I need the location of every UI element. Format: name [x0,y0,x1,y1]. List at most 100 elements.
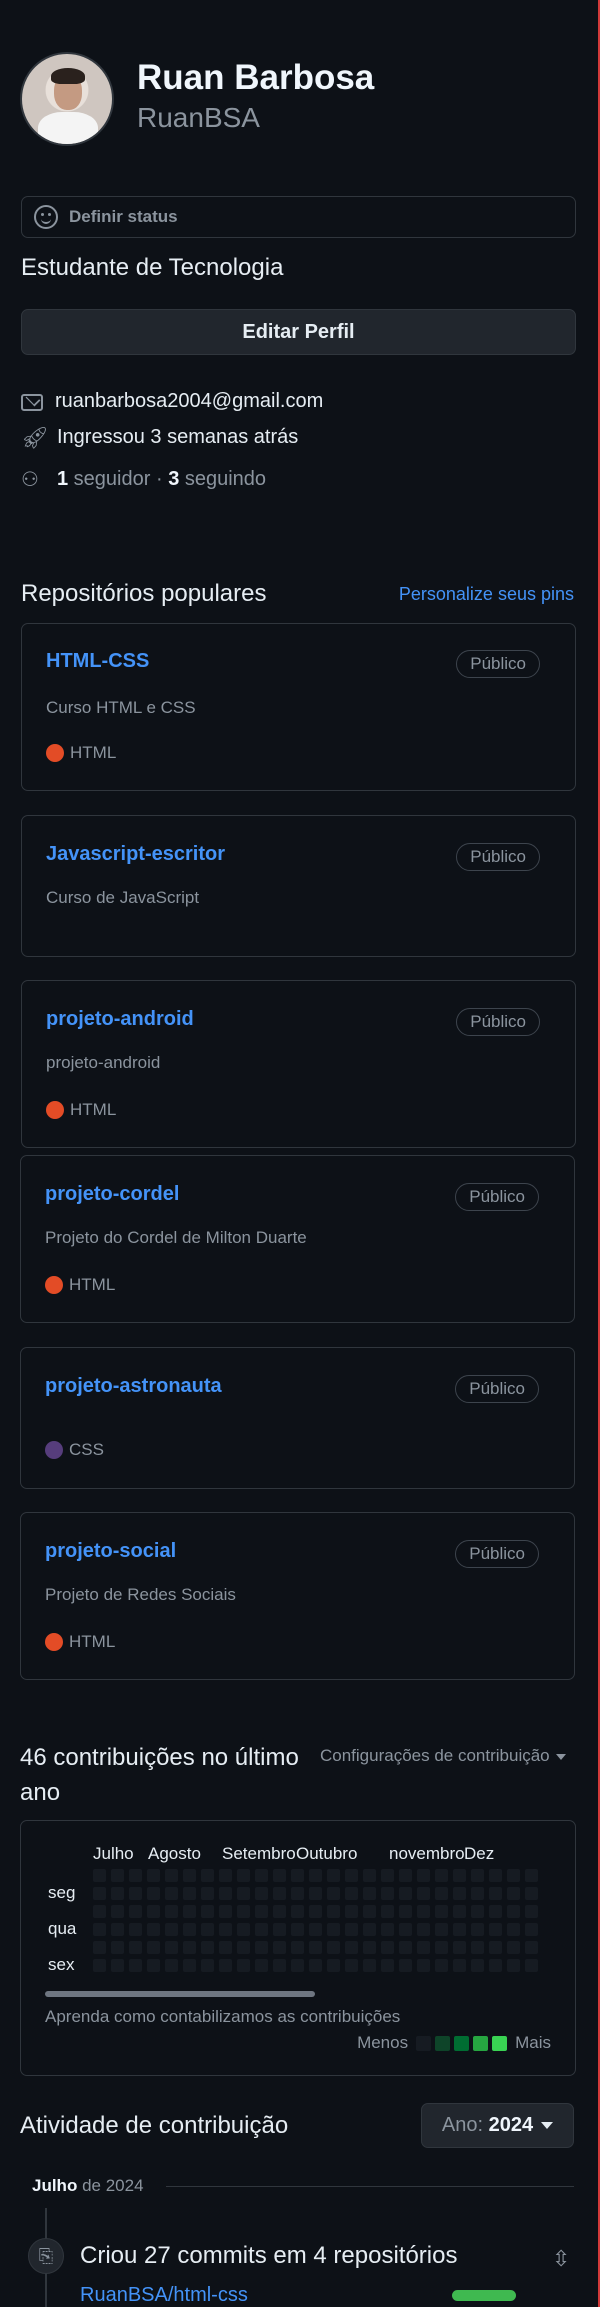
contribution-day-cell[interactable] [93,1959,106,1972]
edit-profile-button[interactable]: Editar Perfil [21,309,576,355]
contribution-day-cell[interactable] [237,1869,250,1882]
contribution-day-cell[interactable] [273,1941,286,1954]
contribution-day-cell[interactable] [471,1887,484,1900]
contribution-day-cell[interactable] [255,1923,268,1936]
contribution-day-cell[interactable] [489,1887,502,1900]
contribution-day-cell[interactable] [93,1887,106,1900]
contribution-day-cell[interactable] [291,1869,304,1882]
contribution-day-cell[interactable] [201,1869,214,1882]
contribution-day-cell[interactable] [237,1905,250,1918]
contribution-day-cell[interactable] [93,1905,106,1918]
contribution-day-cell[interactable] [129,1923,142,1936]
contribution-day-cell[interactable] [219,1959,232,1972]
contribution-day-cell[interactable] [435,1923,448,1936]
contribution-day-cell[interactable] [363,1869,376,1882]
email-link[interactable]: ruanbarbosa2004@gmail.com [55,390,323,413]
contribution-day-cell[interactable] [435,1959,448,1972]
contribution-day-cell[interactable] [363,1887,376,1900]
contribution-day-cell[interactable] [255,1887,268,1900]
contribution-day-cell[interactable] [525,1887,538,1900]
contribution-day-cell[interactable] [183,1941,196,1954]
contribution-day-cell[interactable] [255,1905,268,1918]
contribution-day-cell[interactable] [327,1905,340,1918]
contribution-day-cell[interactable] [111,1869,124,1882]
contribution-day-cell[interactable] [507,1923,520,1936]
customize-pins-link[interactable]: Personalize seus pins [399,584,574,605]
contribution-day-cell[interactable] [345,1869,358,1882]
contribution-day-cell[interactable] [309,1923,322,1936]
contribution-day-cell[interactable] [435,1905,448,1918]
repo-name-link[interactable]: projeto-cordel [45,1183,179,1206]
contribution-day-cell[interactable] [345,1905,358,1918]
set-status-button[interactable]: Definir status [21,196,576,238]
contribution-day-cell[interactable] [111,1959,124,1972]
repo-name-link[interactable]: HTML-CSS [46,650,149,673]
contribution-day-cell[interactable] [453,1887,466,1900]
contribution-day-cell[interactable] [273,1905,286,1918]
contribution-day-cell[interactable] [327,1923,340,1936]
contribution-day-cell[interactable] [111,1923,124,1936]
contribution-day-cell[interactable] [183,1923,196,1936]
contribution-day-cell[interactable] [435,1887,448,1900]
contribution-day-cell[interactable] [381,1959,394,1972]
contribution-day-cell[interactable] [507,1941,520,1954]
learn-contributions-link[interactable]: Aprenda como contabilizamos as contribui… [45,2007,400,2027]
contribution-day-cell[interactable] [309,1887,322,1900]
contribution-day-cell[interactable] [417,1905,430,1918]
contribution-day-cell[interactable] [111,1941,124,1954]
repo-name-link[interactable]: projeto-android [46,1008,194,1031]
contribution-day-cell[interactable] [525,1923,538,1936]
contribution-day-cell[interactable] [219,1869,232,1882]
contribution-day-cell[interactable] [525,1869,538,1882]
contribution-day-cell[interactable] [453,1905,466,1918]
contribution-day-cell[interactable] [147,1887,160,1900]
contribution-day-cell[interactable] [129,1887,142,1900]
contribution-day-cell[interactable] [363,1959,376,1972]
contribution-day-cell[interactable] [399,1887,412,1900]
calendar-scrollbar[interactable] [45,1991,315,1997]
contribution-day-cell[interactable] [417,1923,430,1936]
year-select-button[interactable]: Ano: 2024 [421,2103,574,2148]
contribution-day-cell[interactable] [255,1869,268,1882]
contribution-day-cell[interactable] [489,1923,502,1936]
contribution-day-cell[interactable] [219,1923,232,1936]
contribution-day-cell[interactable] [291,1941,304,1954]
contribution-day-cell[interactable] [273,1959,286,1972]
contribution-day-cell[interactable] [291,1923,304,1936]
contribution-day-cell[interactable] [201,1887,214,1900]
contribution-day-cell[interactable] [507,1869,520,1882]
contribution-day-cell[interactable] [453,1923,466,1936]
contribution-day-cell[interactable] [363,1923,376,1936]
contribution-day-cell[interactable] [165,1869,178,1882]
contribution-day-cell[interactable] [345,1923,358,1936]
contribution-day-cell[interactable] [201,1941,214,1954]
contribution-day-cell[interactable] [489,1869,502,1882]
contribution-day-cell[interactable] [489,1905,502,1918]
contribution-day-cell[interactable] [183,1887,196,1900]
contribution-day-cell[interactable] [327,1941,340,1954]
contribution-day-cell[interactable] [219,1941,232,1954]
contribution-day-cell[interactable] [507,1959,520,1972]
contribution-day-cell[interactable] [417,1941,430,1954]
contribution-day-cell[interactable] [507,1905,520,1918]
contribution-day-cell[interactable] [165,1923,178,1936]
contribution-day-cell[interactable] [381,1887,394,1900]
contribution-day-cell[interactable] [291,1959,304,1972]
followers-row[interactable]: ⚇ 1 seguidor · 3 seguindo [21,468,266,491]
avatar[interactable] [20,52,114,146]
contribution-day-cell[interactable] [471,1869,484,1882]
contribution-day-cell[interactable] [381,1923,394,1936]
contribution-day-cell[interactable] [327,1887,340,1900]
contribution-day-cell[interactable] [399,1959,412,1972]
contribution-day-cell[interactable] [453,1941,466,1954]
contribution-day-cell[interactable] [147,1905,160,1918]
contribution-day-cell[interactable] [453,1959,466,1972]
contribution-day-cell[interactable] [111,1905,124,1918]
contribution-day-cell[interactable] [381,1869,394,1882]
contribution-day-cell[interactable] [147,1959,160,1972]
contribution-day-cell[interactable] [255,1941,268,1954]
contribution-day-cell[interactable] [237,1887,250,1900]
contribution-day-cell[interactable] [129,1959,142,1972]
contribution-day-cell[interactable] [363,1905,376,1918]
contribution-day-cell[interactable] [237,1959,250,1972]
